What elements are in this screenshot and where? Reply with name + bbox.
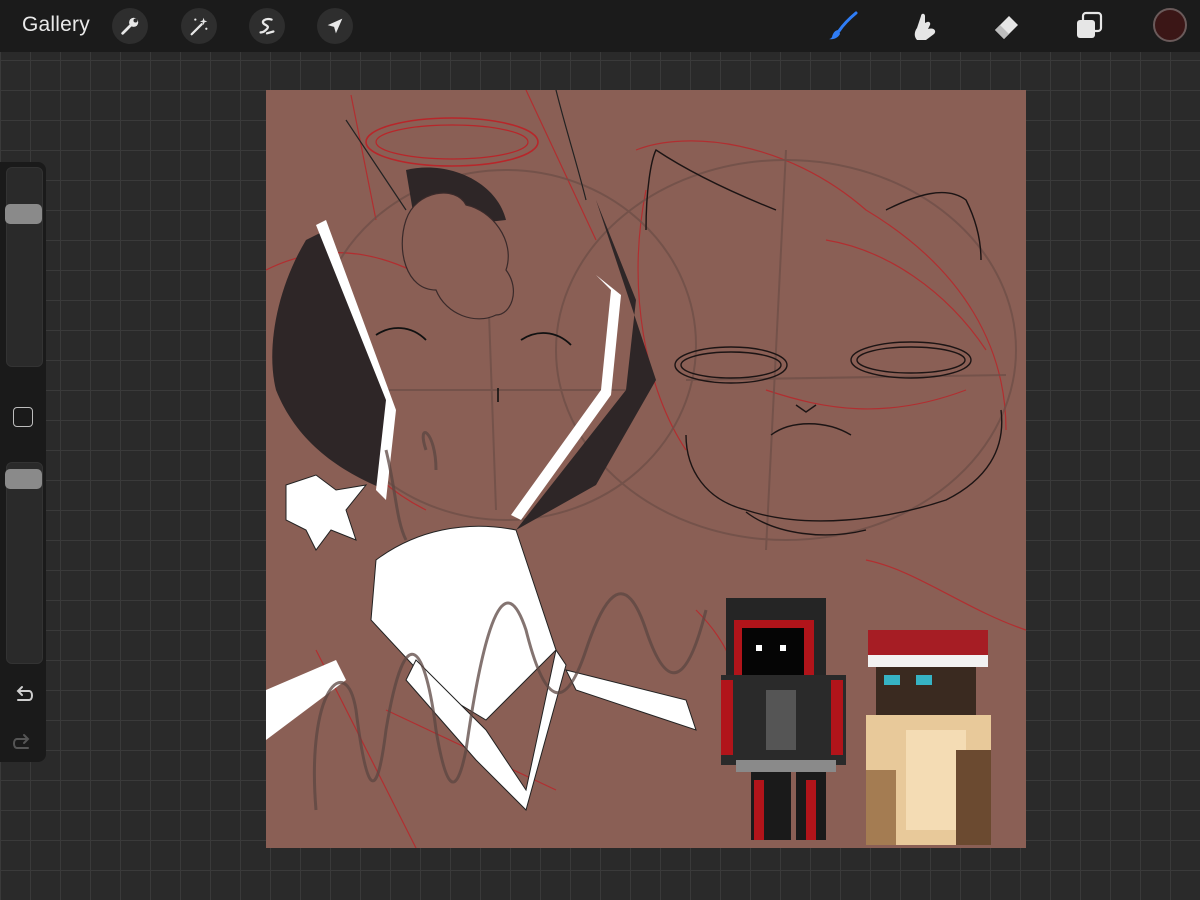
opacity-slider-thumb[interactable]	[5, 469, 42, 490]
color-picker-button[interactable]	[1153, 8, 1187, 42]
redo-icon[interactable]	[11, 730, 35, 754]
top-toolbar: Gallery	[0, 0, 1200, 52]
minecraft-skin-hooded	[721, 598, 846, 840]
modify-square-icon[interactable]	[13, 407, 33, 427]
magic-wand-icon	[190, 17, 208, 36]
opacity-slider[interactable]	[6, 462, 43, 664]
selection-icon	[259, 17, 275, 35]
layers-icon[interactable]	[1073, 10, 1105, 42]
wrench-icon	[121, 17, 139, 35]
actions-button[interactable]	[112, 8, 148, 44]
brush-icon[interactable]	[828, 10, 860, 42]
adjustments-button[interactable]	[181, 8, 217, 44]
minecraft-skin-pug	[866, 630, 991, 845]
eraser-icon[interactable]	[991, 10, 1023, 42]
drawing-canvas[interactable]	[266, 90, 1026, 848]
left-sidebar	[0, 162, 46, 762]
cat-sketch	[645, 148, 1003, 536]
artwork	[266, 90, 1026, 848]
brush-size-slider[interactable]	[6, 167, 43, 367]
selection-button[interactable]	[249, 8, 285, 44]
arrow-cursor-icon	[327, 18, 343, 34]
smudge-icon[interactable]	[909, 10, 941, 42]
left-character	[266, 90, 697, 811]
transform-button[interactable]	[317, 8, 353, 44]
gallery-button[interactable]: Gallery	[22, 13, 90, 37]
brush-size-slider-thumb[interactable]	[5, 204, 42, 225]
undo-icon[interactable]	[11, 682, 35, 706]
